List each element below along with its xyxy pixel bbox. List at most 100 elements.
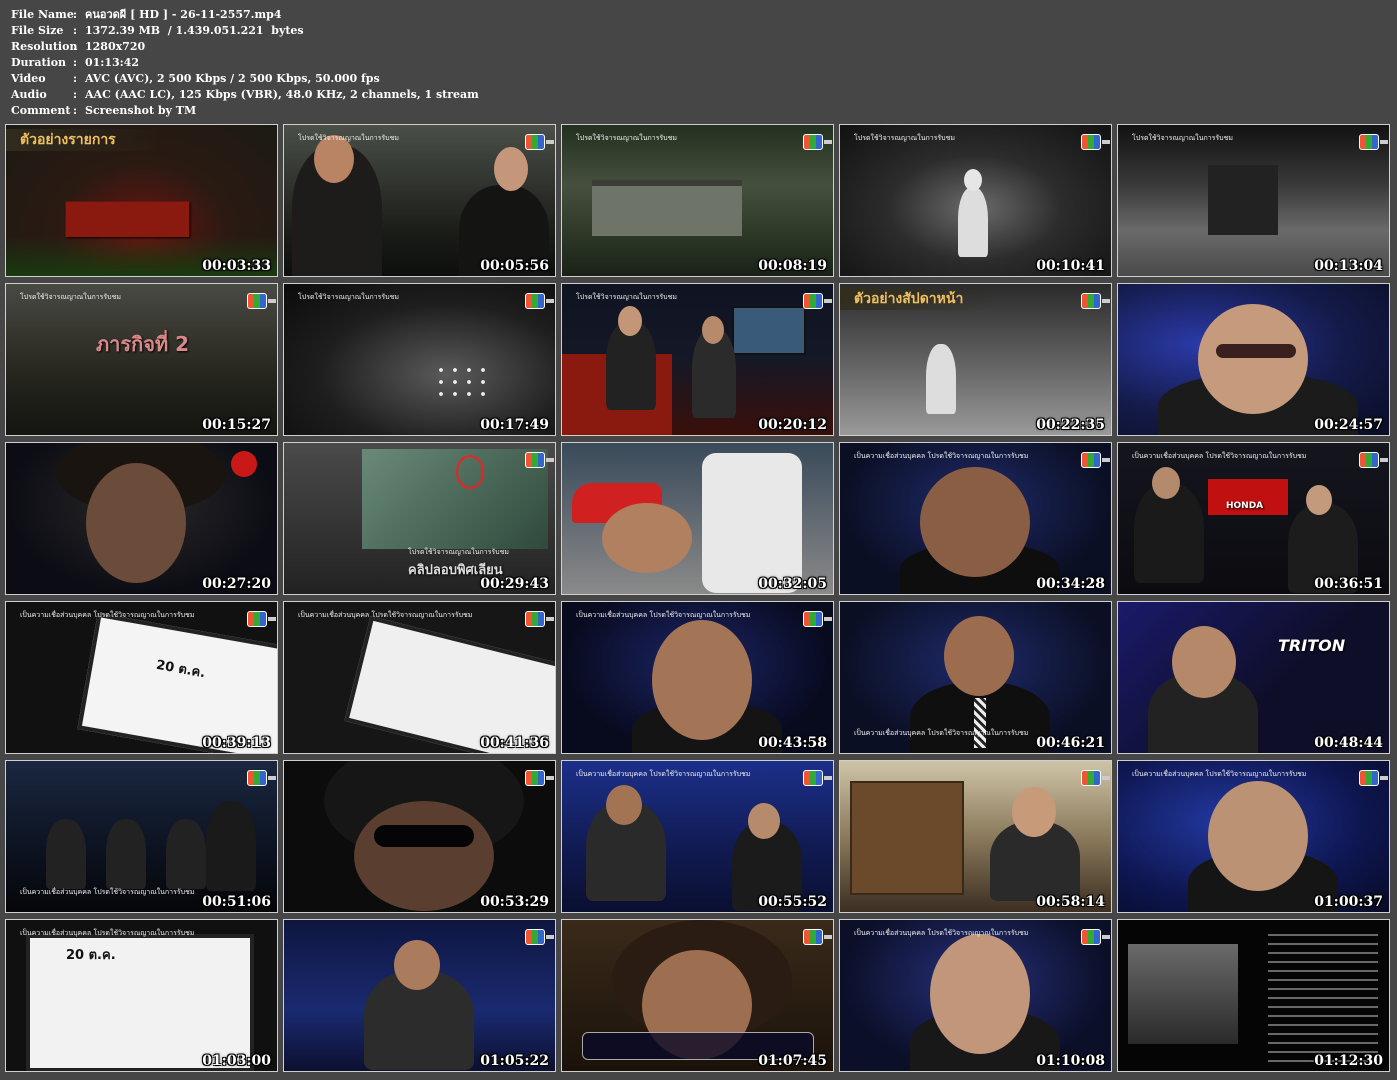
thumbnail[interactable]: โปรดใช้วิจารณญาณในการรับชม 00:20:12 [561,283,834,436]
timestamp: 00:58:14 [1036,894,1105,910]
timestamp: 01:10:08 [1036,1053,1105,1069]
timestamp: 00:32:05 [758,576,827,592]
channel-logo-icon [247,293,276,309]
thumbnail[interactable]: ตัวอย่างรายการ ▆▆▆▆ 00:03:33 [5,124,278,277]
timestamp: 00:34:28 [1036,576,1105,592]
thumbnail[interactable]: 01:07:45 [561,919,834,1072]
channel-logo-icon [803,134,832,150]
thumbnail[interactable]: 01:05:22 [283,919,556,1072]
channel-logo-icon [525,293,554,309]
cctv-clip [362,449,548,549]
info-colon: : [73,72,78,85]
thumbnail[interactable]: โปรดใช้วิจารณญาณในการรับชม คลิปลอบพิศเลี… [283,442,556,595]
thumbnail[interactable]: เป็นความเชื่อส่วนบุคคล โปรดใช้วิจารณญาณใ… [1117,760,1390,913]
channel-logo-icon [1359,134,1388,150]
face [930,934,1030,1054]
whiteboard-text: 20 ต.ค. [66,948,116,963]
face [354,801,494,911]
timestamp: 00:53:29 [480,894,549,910]
info-colon: : [73,40,78,53]
caution-caption: โปรดใช้วิจารณญาณในการรับชม [854,134,955,142]
face [1172,626,1236,698]
channel-logo-icon [803,293,832,309]
timestamp: 00:51:06 [202,894,271,910]
timestamp: 00:15:27 [202,417,271,433]
face [944,616,1014,696]
info-value: 1280x720 [85,40,146,53]
info-row-comment: Comment: Screenshot by TM [11,103,479,119]
info-value: AAC (AAC LC), 125 Kbps (VBR), 48.0 KHz, … [85,88,479,101]
thumbnail[interactable]: เป็นความเชื่อส่วนบุคคล โปรดใช้วิจารณญาณใ… [5,760,278,913]
channel-logo-icon [1081,452,1110,468]
info-row-file-size: File Size:1372.39 MB / 1.439.051.221 byt… [11,23,479,39]
thumbnail[interactable]: เป็นความเชื่อส่วนบุคคล โปรดใช้วิจารณญาณใ… [839,442,1112,595]
info-label: Resolution [11,40,78,53]
thumbnail[interactable]: เป็นความเชื่อส่วนบุคคล โปรดใช้วิจารณญาณใ… [283,601,556,754]
belief-caption: เป็นความเชื่อส่วนบุคคล โปรดใช้วิจารณญาณใ… [854,729,1029,737]
thumbnail[interactable]: 00:27:20 [5,442,278,595]
face [1198,304,1308,414]
thumbnail[interactable]: 00:32:05 [561,442,834,595]
thumbnail[interactable]: 00:58:14 [839,760,1112,913]
info-colon: : [73,24,78,37]
timestamp: 00:48:44 [1314,735,1383,751]
thumbnail[interactable]: 01:12:30 [1117,919,1390,1072]
face [86,463,186,583]
caution-caption: โปรดใช้วิจารณญาณในการรับชม [298,134,399,142]
belief-caption: เป็นความเชื่อส่วนบุคคล โปรดใช้วิจารณญาณใ… [20,611,195,619]
thumbnail[interactable]: 20 ต.ค. เป็นความเชื่อส่วนบุคคล โปรดใช้วิ… [5,919,278,1072]
belief-caption: เป็นความเชื่อส่วนบุคคล โปรดใช้วิจารณญาณใ… [854,929,1029,937]
face [964,169,982,191]
title-graphic: ▆▆▆▆ [66,191,190,237]
thumbnail[interactable]: เป็นความเชื่อส่วนบุคคล โปรดใช้วิจารณญาณใ… [839,919,1112,1072]
thumbnail[interactable]: HONDA เป็นความเชื่อส่วนบุคคล โปรดใช้วิจา… [1117,442,1390,595]
preview-banner: ตัวอย่างรายการ [6,129,160,151]
mission-title: ภารกิจที่ 2 [96,332,190,356]
belief-caption: เป็นความเชื่อส่วนบุคคล โปรดใช้วิจารณญาณใ… [20,888,195,896]
timestamp: 00:03:33 [202,258,271,274]
red-flower [231,451,257,477]
face [1012,787,1056,837]
caution-caption: โปรดใช้วิจารณญาณในการรับชม [576,134,677,142]
thumbnail[interactable]: โปรดใช้วิจารณญาณในการรับชม 00:10:41 [839,124,1112,277]
thumbnail[interactable]: ภารกิจที่ 2 โปรดใช้วิจารณญาณในการรับชม 0… [5,283,278,436]
thumbnail[interactable]: 20 ต.ค. เป็นความเชื่อส่วนบุคคล โปรดใช้วิ… [5,601,278,754]
thumbnail[interactable]: โปรดใช้วิจารณญาณในการรับชม 00:05:56 [283,124,556,277]
face [394,940,440,990]
info-label: File Size [11,24,64,37]
info-value: 01:13:42 [85,56,140,69]
timestamp: 01:12:30 [1314,1053,1383,1069]
timestamp: 01:07:45 [758,1053,827,1069]
person [166,819,206,889]
timestamp: 00:43:58 [758,735,827,751]
thumbnail[interactable]: 00:53:29 [283,760,556,913]
thumbnail[interactable]: 00:24:57 [1117,283,1390,436]
shelf [850,781,964,895]
thumbnail[interactable]: โปรดใช้วิจารณญาณในการรับชม 00:13:04 [1117,124,1390,277]
monitor [732,306,806,355]
thumbnail[interactable]: เป็นความเชื่อส่วนบุคคล โปรดใช้วิจารณญาณใ… [839,601,1112,754]
belief-caption: เป็นความเชื่อส่วนบุคคล โปรดใช้วิจารณญาณใ… [576,611,751,619]
info-row-file-name: File Name: คนอวดผี [ HD ] - 26-11-2557.mp… [11,7,479,23]
thumbnail[interactable]: TRITON 00:48:44 [1117,601,1390,754]
channel-logo-icon [525,611,554,627]
timestamp: 00:29:43 [480,576,549,592]
thumbnail[interactable]: เป็นความเชื่อส่วนบุคคล โปรดใช้วิจารณญาณใ… [561,760,834,913]
thumbnail[interactable]: โปรดใช้วิจารณญาณในการรับชม 00:08:19 [561,124,834,277]
info-label: Audio [11,88,47,101]
thumbnail[interactable]: โปรดใช้วิจารณญาณในการรับชม 00:17:49 [283,283,556,436]
face [602,503,692,573]
highlight-circle [456,455,484,489]
caution-caption: โปรดใช้วิจารณญาณในการรับชม [20,293,121,301]
timestamp: 00:27:20 [202,576,271,592]
file-info-header: File Name: คนอวดผี [ HD ] - 26-11-2557.mp… [11,7,479,119]
info-colon: : [73,56,78,69]
face [1208,781,1308,891]
timestamp: 00:55:52 [758,894,827,910]
channel-logo-icon [525,452,554,468]
info-label: Duration [11,56,67,69]
person [206,801,256,891]
thumbnail[interactable]: เป็นความเชื่อส่วนบุคคล โปรดใช้วิจารณญาณใ… [561,601,834,754]
thumbnail[interactable]: ตัวอย่างสัปดาหน้า 00:22:35 [839,283,1112,436]
face [606,785,642,825]
